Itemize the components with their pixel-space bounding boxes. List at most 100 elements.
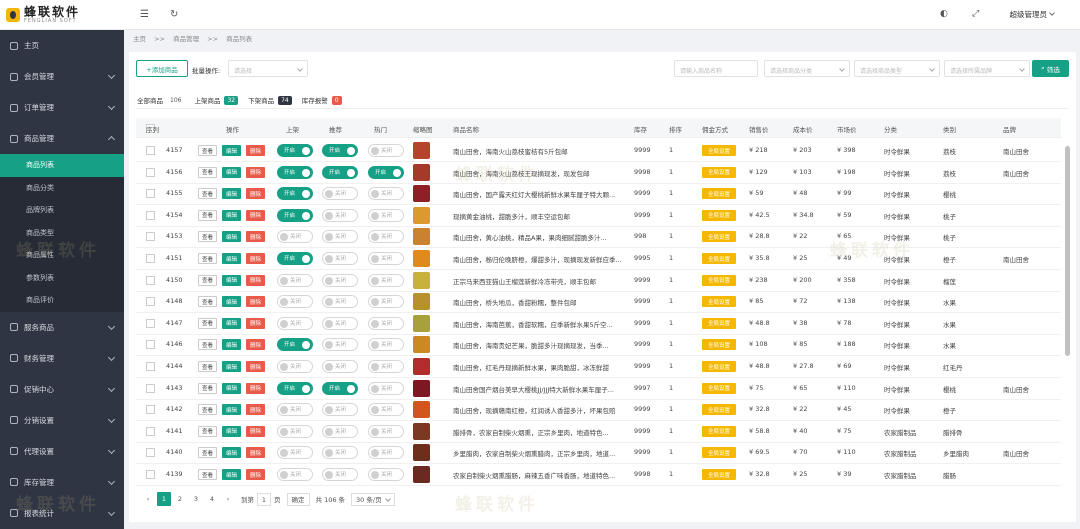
view-button[interactable]: 查看 — [198, 296, 217, 308]
sort-value[interactable]: 1 — [669, 254, 673, 262]
hot-switch[interactable]: 关闭 — [368, 338, 404, 352]
recommend-switch[interactable]: 关闭 — [322, 295, 358, 309]
recommend-switch[interactable]: 关闭 — [322, 230, 358, 244]
edit-button[interactable]: 编辑 — [222, 166, 241, 178]
product-name[interactable]: 南山田舍，现摘赣南红橙，红润诱人香甜多汁，坏果包赔 — [453, 405, 625, 415]
hot-switch[interactable]: 关闭 — [368, 230, 404, 244]
onsale-switch[interactable]: 开启 — [277, 338, 313, 352]
commission-tag[interactable]: 全局设置 — [702, 145, 736, 156]
edit-button[interactable]: 编辑 — [222, 317, 241, 329]
view-button[interactable]: 查看 — [198, 274, 217, 286]
onsale-switch[interactable]: 开启 — [277, 165, 313, 179]
delete-button[interactable]: 删除 — [246, 339, 265, 351]
edit-button[interactable]: 编辑 — [222, 447, 241, 459]
row-checkbox[interactable] — [146, 470, 155, 479]
delete-button[interactable]: 删除 — [246, 382, 265, 394]
product-name[interactable]: 腊排骨，农家自制柴火烟熏，正宗乡里肉，地道特色... — [453, 427, 625, 437]
onsale-switch[interactable]: 关闭 — [277, 424, 313, 438]
onsale-switch[interactable]: 开启 — [277, 144, 313, 157]
recommend-switch[interactable]: 开启 — [322, 144, 358, 157]
commission-tag[interactable]: 全局设置 — [702, 166, 736, 178]
delete-button[interactable]: 删除 — [246, 404, 265, 416]
commission-tag[interactable]: 全局设置 — [702, 231, 736, 243]
onsale-switch[interactable]: 关闭 — [277, 295, 313, 309]
commission-tag[interactable]: 全局设置 — [702, 317, 736, 329]
sidebar-group-5[interactable]: 财务管理 — [0, 343, 124, 374]
sort-value[interactable]: 1 — [669, 470, 673, 478]
onsale-switch[interactable]: 开启 — [277, 208, 313, 222]
view-button[interactable]: 查看 — [198, 166, 217, 178]
user-menu[interactable]: 超级管理员 — [1010, 9, 1055, 20]
breadcrumb-home[interactable]: 主页 — [133, 35, 146, 43]
page-size-select[interactable]: 30 条/页 — [351, 492, 395, 506]
row-checkbox[interactable] — [146, 297, 155, 307]
hot-switch[interactable]: 关闭 — [368, 208, 404, 222]
edit-button[interactable]: 编辑 — [222, 231, 241, 243]
sidebar-group-4[interactable]: 服务商品 — [0, 312, 124, 343]
sidebar-item-1[interactable]: 商品分类 — [0, 177, 124, 200]
onsale-switch[interactable]: 关闭 — [277, 360, 313, 373]
product-name[interactable]: 南山田舍，桥头地瓜，香甜粉糯，整件包邮 — [453, 297, 625, 307]
product-name[interactable]: 南山田舍，秭归伦晚脐橙，爆甜多汁，现摘现发新鲜应季... — [453, 254, 625, 264]
product-name[interactable]: 南山田舍，红毛丹现摘新鲜水果，果肉脆甜，冰冻鲜甜 — [453, 362, 625, 372]
sidebar-group-7[interactable]: 分销设置 — [0, 405, 124, 436]
hot-switch[interactable]: 关闭 — [368, 144, 404, 157]
row-checkbox[interactable] — [146, 189, 155, 199]
delete-button[interactable]: 删除 — [246, 231, 265, 243]
hot-switch[interactable]: 开启 — [368, 165, 404, 179]
sort-value[interactable]: 1 — [669, 297, 673, 305]
hot-switch[interactable]: 关闭 — [368, 446, 404, 460]
recommend-switch[interactable]: 关闭 — [322, 208, 358, 222]
edit-button[interactable]: 编辑 — [222, 296, 241, 308]
row-checkbox[interactable] — [146, 340, 155, 350]
bulk-select[interactable]: 请选择 — [228, 60, 308, 77]
confirm-page-button[interactable]: 确定 — [286, 492, 310, 506]
refresh-icon[interactable]: ↻ — [170, 9, 178, 20]
commission-tag[interactable]: 全局设置 — [702, 296, 736, 308]
product-name[interactable]: 南山田舍，海南火山荔枝王现摘现发，现发包邮 — [453, 168, 625, 178]
row-checkbox[interactable] — [146, 275, 155, 285]
recommend-switch[interactable]: 开启 — [322, 381, 358, 395]
recommend-switch[interactable]: 关闭 — [322, 403, 358, 417]
hot-switch[interactable]: 关闭 — [368, 381, 404, 395]
product-name[interactable]: 南山田舍，国产露天红灯大樱桃新鲜水果车厘子特大颗... — [453, 189, 625, 199]
sidebar-item-6[interactable]: 商品评价 — [0, 289, 124, 312]
sort-value[interactable]: 1 — [669, 232, 673, 240]
recommend-switch[interactable]: 关闭 — [322, 468, 358, 481]
view-button[interactable]: 查看 — [198, 469, 217, 480]
sort-value[interactable]: 1 — [669, 276, 673, 284]
onsale-switch[interactable]: 关闭 — [277, 230, 313, 244]
product-name[interactable]: 南山田舍，海南火山荔枝蜜桔有5斤包邮 — [453, 146, 625, 156]
sort-value[interactable]: 1 — [669, 146, 673, 154]
delete-button[interactable]: 删除 — [246, 253, 265, 264]
edit-button[interactable]: 编辑 — [222, 209, 241, 221]
page-3[interactable]: 3 — [189, 492, 203, 506]
recommend-switch[interactable]: 关闭 — [322, 187, 358, 201]
view-button[interactable]: 查看 — [198, 231, 217, 243]
recommend-switch[interactable]: 关闭 — [322, 273, 358, 287]
row-checkbox[interactable] — [146, 405, 155, 415]
tab-0[interactable]: 全部商品 106 — [137, 94, 184, 106]
view-button[interactable]: 查看 — [198, 361, 217, 372]
search-input[interactable]: 请输入商品名称 — [674, 60, 758, 77]
onsale-switch[interactable]: 关闭 — [277, 446, 313, 460]
sidebar-group-2[interactable]: 订单管理 — [0, 92, 124, 123]
hot-switch[interactable]: 关闭 — [368, 424, 404, 438]
row-checkbox[interactable] — [146, 167, 155, 177]
sidebar-item-0[interactable]: 商品列表 — [0, 154, 124, 177]
sidebar-group-8[interactable]: 代理设置 — [0, 436, 124, 467]
sort-value[interactable]: 1 — [669, 211, 673, 219]
sort-value[interactable]: 1 — [669, 427, 673, 435]
sort-value[interactable]: 1 — [669, 405, 673, 413]
filter-button[interactable]: ⌕ 筛选 — [1032, 60, 1069, 77]
onsale-switch[interactable]: 关闭 — [277, 316, 313, 330]
sidebar-item-3[interactable]: 商品类型 — [0, 222, 124, 245]
commission-tag[interactable]: 全局设置 — [702, 425, 736, 437]
menu-icon[interactable]: ☰ — [140, 9, 149, 20]
commission-tag[interactable]: 全局设置 — [702, 447, 736, 459]
page-4[interactable]: 4 — [205, 492, 219, 506]
commission-tag[interactable]: 全局设置 — [702, 274, 736, 286]
sidebar-group-0[interactable]: 主页 — [0, 30, 124, 61]
skin-icon[interactable]: ◐ — [940, 9, 948, 19]
row-checkbox[interactable] — [146, 383, 155, 393]
